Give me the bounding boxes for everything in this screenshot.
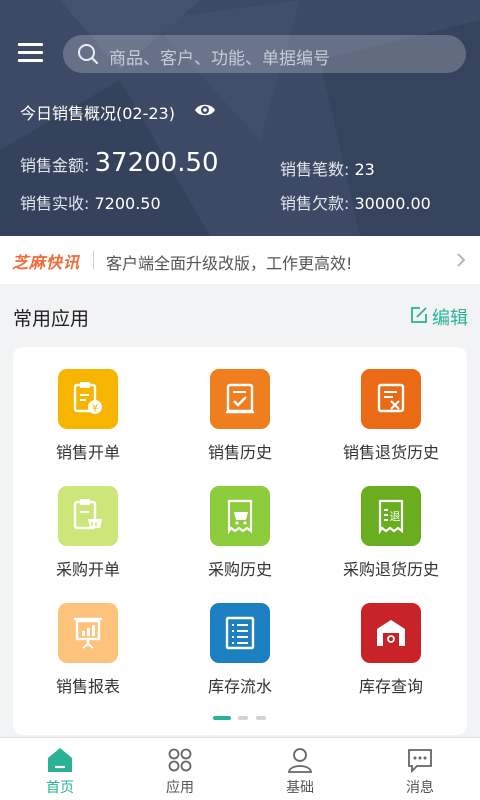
sales-debt: 销售欠款: 30000.00 bbox=[280, 190, 431, 214]
app-label: 采购退货历史 bbox=[342, 560, 439, 579]
search-placeholder: 商品、客户、功能、单据编号 bbox=[109, 49, 330, 69]
sales-received-label: 销售实收: bbox=[20, 194, 90, 213]
sales-amount: 销售金额: 37200.50 bbox=[20, 148, 219, 178]
purchase-return-history-icon: 退 bbox=[361, 486, 421, 546]
tab-basic[interactable]: 基础 bbox=[240, 738, 360, 800]
bottom-tab-bar: 首页 应用 基础 消息 bbox=[0, 737, 480, 800]
top-bar: 商品、客户、功能、单据编号 bbox=[0, 33, 480, 75]
app-label: 库存查询 bbox=[358, 677, 423, 696]
app-label: 销售开单 bbox=[55, 443, 120, 462]
edit-label: 编辑 bbox=[432, 308, 468, 329]
sales-debt-label: 销售欠款: bbox=[280, 194, 350, 213]
news-divider bbox=[93, 251, 94, 269]
eye-icon[interactable] bbox=[194, 100, 216, 120]
app-sales-report[interactable]: 销售报表 bbox=[13, 603, 163, 713]
sales-amount-label: 销售金额: bbox=[20, 156, 90, 175]
app-label: 库存流水 bbox=[207, 677, 272, 696]
purchase-history-icon bbox=[210, 486, 270, 546]
svg-text:¥: ¥ bbox=[92, 403, 98, 414]
sales-count-value: 23 bbox=[354, 160, 375, 179]
sales-count-label: 销售笔数: bbox=[280, 160, 350, 179]
summary-title: 今日销售概况(02-23) bbox=[20, 104, 175, 123]
chevron-right-icon bbox=[457, 253, 466, 267]
common-apps-title: 常用应用 bbox=[13, 308, 90, 330]
sales-amount-value: 37200.50 bbox=[94, 148, 219, 178]
app-inventory-flow[interactable]: 库存流水 bbox=[165, 603, 315, 713]
home-icon bbox=[48, 748, 72, 772]
app-label: 销售报表 bbox=[55, 677, 120, 696]
tab-messages[interactable]: 消息 bbox=[360, 738, 480, 800]
tab-apps[interactable]: 应用 bbox=[120, 738, 240, 800]
app-label: 销售退货历史 bbox=[342, 443, 439, 462]
apps-icon bbox=[168, 748, 192, 772]
menu-button[interactable] bbox=[18, 43, 43, 63]
app-grid: ¥ 销售开单 销售历史 销售退货历史 采购开单 采购历史 退 采购退货历史 销售… bbox=[13, 347, 467, 735]
header: 商品、客户、功能、单据编号 今日销售概况(02-23) 销售金额: 37200.… bbox=[0, 0, 480, 236]
edit-icon bbox=[411, 307, 427, 323]
tab-label: 基础 bbox=[286, 780, 314, 796]
app-purchase-order[interactable]: 采购开单 bbox=[13, 486, 163, 596]
sales-debt-value: 30000.00 bbox=[354, 194, 431, 213]
tab-label: 应用 bbox=[166, 780, 194, 796]
sales-report-icon bbox=[58, 603, 118, 663]
app-sales-order[interactable]: ¥ 销售开单 bbox=[13, 369, 163, 479]
news-brand-logo: 芝麻快讯 bbox=[12, 253, 81, 272]
news-bar[interactable]: 芝麻快讯 客户端全面升级改版，工作更高效! bbox=[0, 236, 480, 284]
tab-label: 首页 bbox=[46, 780, 74, 796]
page-dot bbox=[238, 716, 248, 720]
app-sales-return-history[interactable]: 销售退货历史 bbox=[316, 369, 466, 479]
inventory-query-icon bbox=[361, 603, 421, 663]
tab-label: 消息 bbox=[406, 780, 434, 796]
app-purchase-history[interactable]: 采购历史 bbox=[165, 486, 315, 596]
purchase-order-icon bbox=[58, 486, 118, 546]
app-label: 采购开单 bbox=[55, 560, 120, 579]
sales-order-icon: ¥ bbox=[58, 369, 118, 429]
tab-home[interactable]: 首页 bbox=[0, 738, 120, 800]
sales-return-history-icon bbox=[361, 369, 421, 429]
message-icon bbox=[408, 749, 432, 773]
page-indicator bbox=[213, 716, 273, 722]
sales-received: 销售实收: 7200.50 bbox=[20, 190, 161, 214]
search-bar[interactable]: 商品、客户、功能、单据编号 bbox=[63, 35, 466, 73]
app-label: 采购历史 bbox=[207, 560, 272, 579]
app-sales-history[interactable]: 销售历史 bbox=[165, 369, 315, 479]
user-icon bbox=[287, 748, 313, 773]
news-text: 客户端全面升级改版，工作更高效! bbox=[106, 254, 353, 273]
app-purchase-return-history[interactable]: 退 采购退货历史 bbox=[316, 486, 466, 596]
sales-received-value: 7200.50 bbox=[94, 194, 161, 213]
svg-text:退: 退 bbox=[390, 510, 401, 523]
inventory-flow-icon bbox=[210, 603, 270, 663]
page-dot-active bbox=[213, 716, 231, 720]
app-label: 销售历史 bbox=[207, 443, 272, 462]
sales-history-icon bbox=[210, 369, 270, 429]
search-icon bbox=[78, 44, 99, 65]
page-dot bbox=[256, 716, 266, 720]
app-inventory-query[interactable]: 库存查询 bbox=[316, 603, 466, 713]
sales-count: 销售笔数: 23 bbox=[280, 156, 375, 180]
